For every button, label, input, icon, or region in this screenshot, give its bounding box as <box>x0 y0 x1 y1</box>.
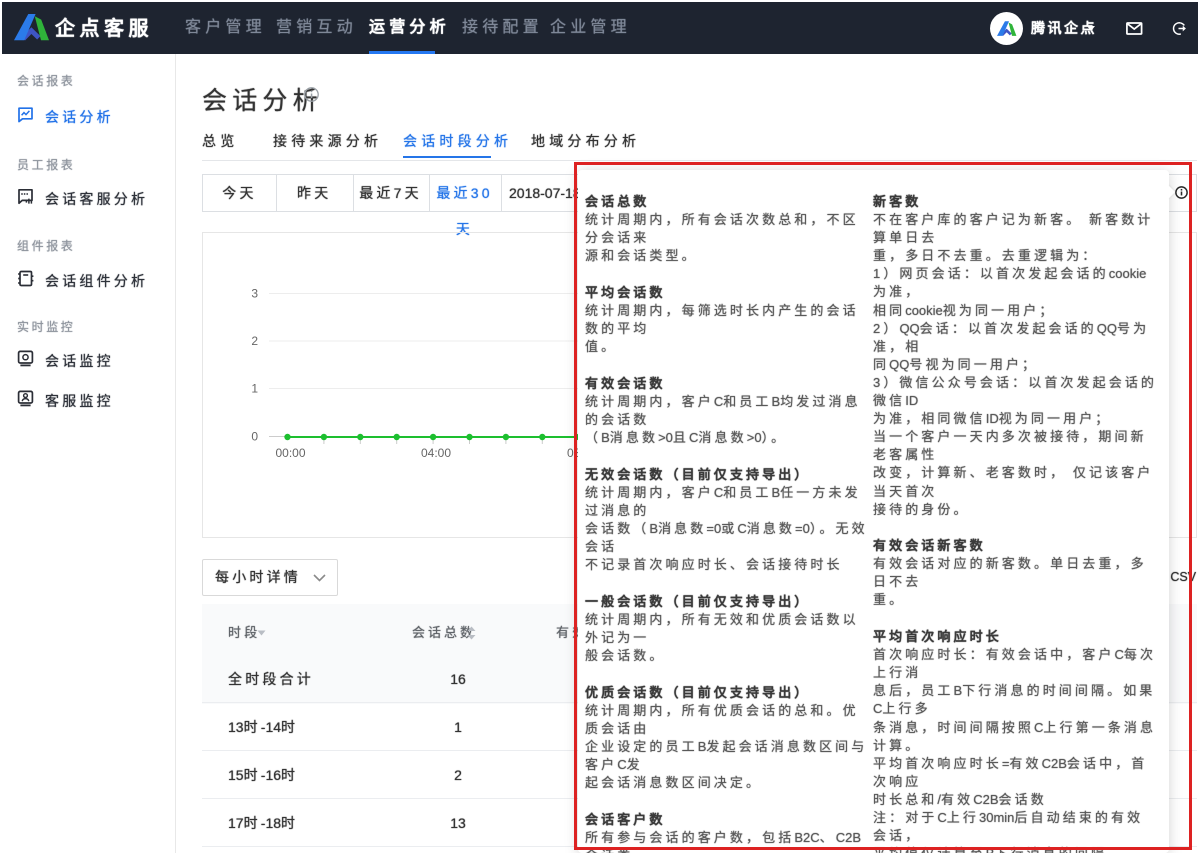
svg-text:0: 0 <box>251 430 258 444</box>
svg-text:3: 3 <box>251 287 258 301</box>
svg-text:1: 1 <box>251 382 258 396</box>
svg-text:00:00: 00:00 <box>275 446 305 460</box>
svg-text:2: 2 <box>251 334 258 348</box>
svg-text:04:00: 04:00 <box>421 446 451 460</box>
